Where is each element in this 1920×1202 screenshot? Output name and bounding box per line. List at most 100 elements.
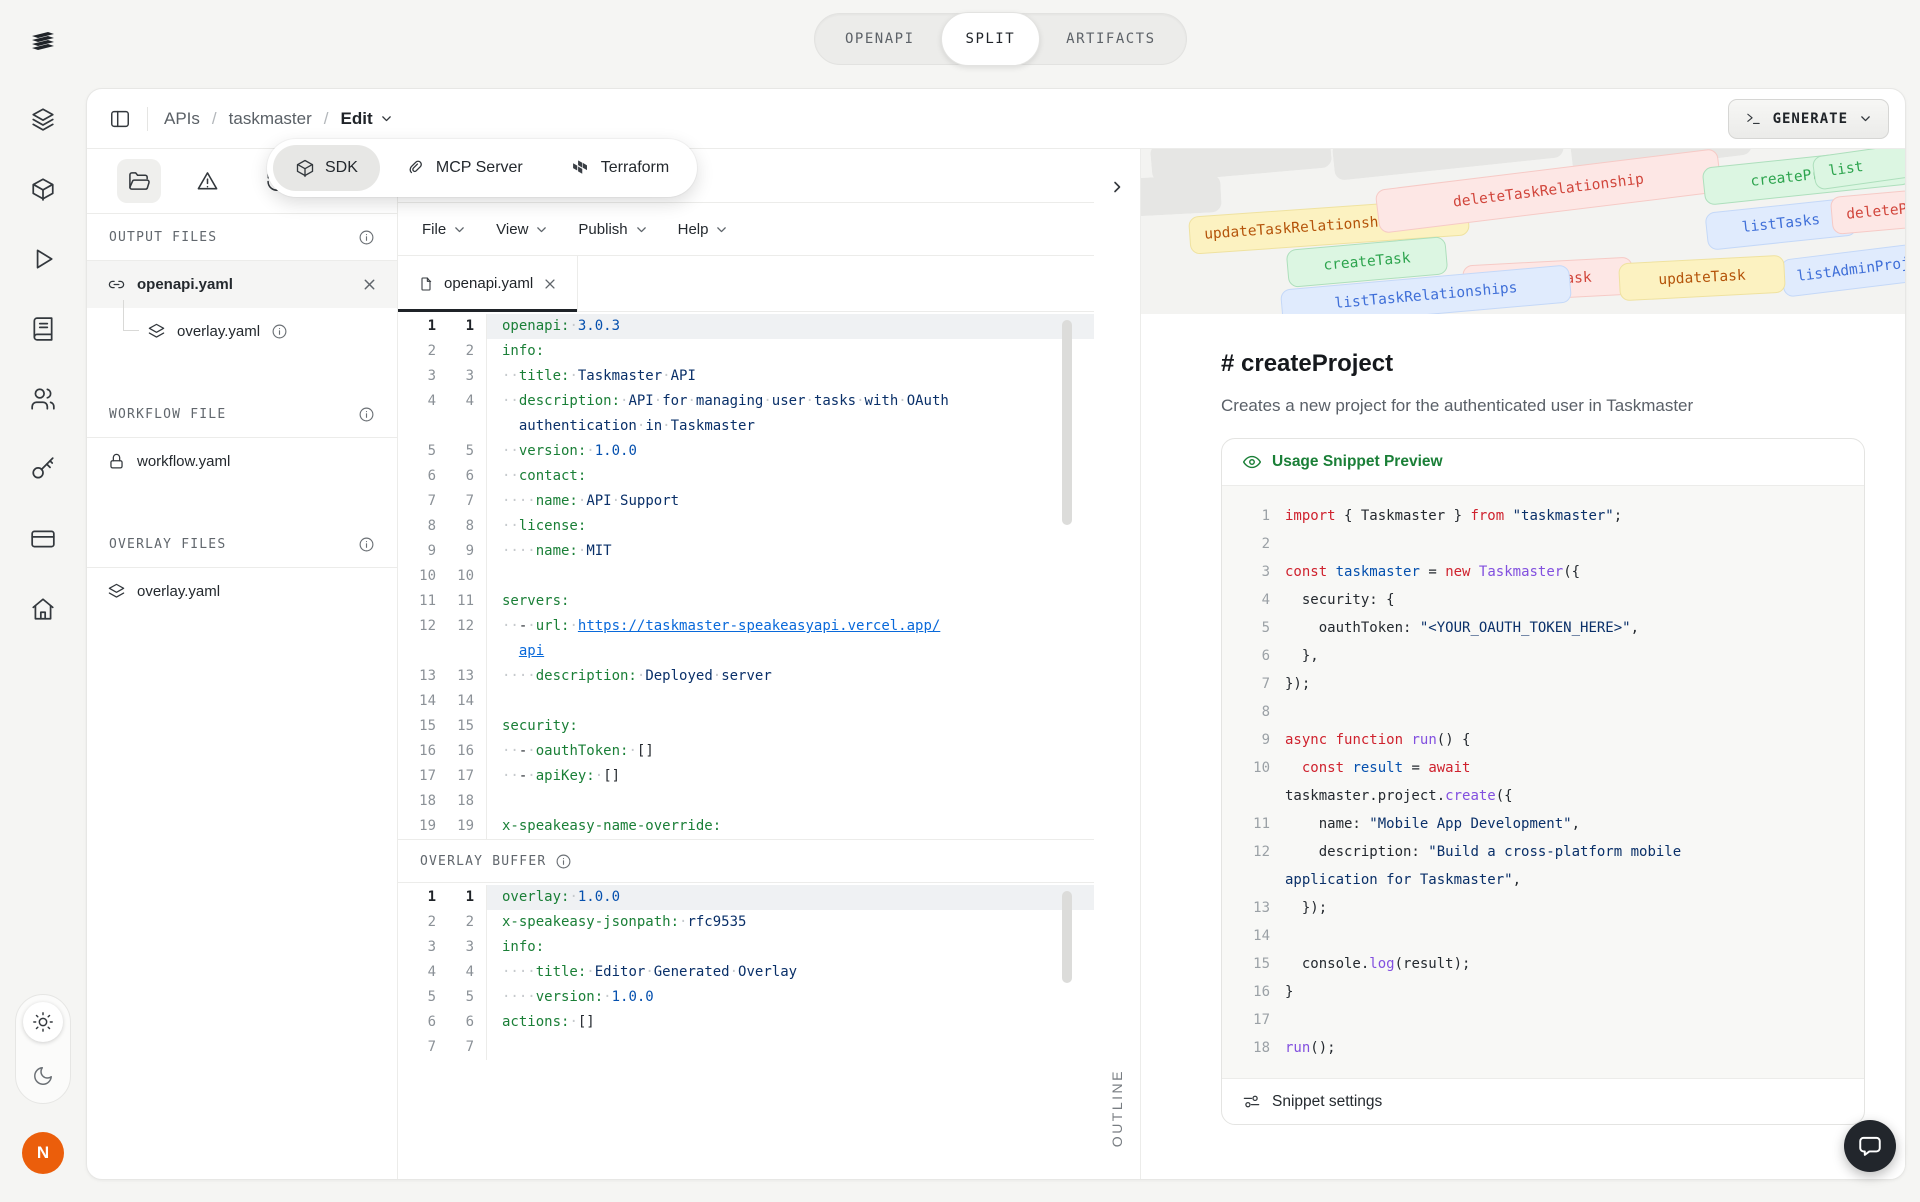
code-line[interactable]: 1import { Taskmaster } from "taskmaster"… bbox=[1240, 502, 1846, 530]
code-line[interactable]: 33··title:·Taskmaster·API bbox=[398, 364, 1094, 389]
code-line[interactable]: 6 }, bbox=[1240, 642, 1846, 670]
code-line[interactable]: 10 const result = await bbox=[1240, 754, 1846, 782]
code-line[interactable]: 1616··-·oauthToken:·[] bbox=[398, 739, 1094, 764]
code-line[interactable]: 66actions:·[] bbox=[398, 1010, 1094, 1035]
yaml-editor[interactable]: 11openapi:·3.0.322info:33··title:·Taskma… bbox=[398, 312, 1094, 839]
warnings-tab-icon[interactable] bbox=[186, 159, 230, 203]
runs-nav-item[interactable] bbox=[28, 244, 58, 274]
code-line[interactable]: 66··contact: bbox=[398, 464, 1094, 489]
code-line[interactable]: 12 description: "Build a cross-platform … bbox=[1240, 838, 1846, 866]
editor-scrollbar[interactable] bbox=[1062, 320, 1072, 525]
code-line[interactable]: application for Taskmaster", bbox=[1240, 866, 1846, 894]
code-line[interactable]: 1010 bbox=[398, 564, 1094, 589]
view-tab-split[interactable]: SPLIT bbox=[941, 12, 1041, 66]
code-line[interactable]: 33info: bbox=[398, 935, 1094, 960]
workflow-file-section: WORKFLOW FILE bbox=[87, 391, 397, 438]
file-row-overlay[interactable]: overlay.yaml bbox=[87, 568, 397, 615]
apis-nav-item[interactable] bbox=[28, 104, 58, 134]
billing-nav-item[interactable] bbox=[28, 524, 58, 554]
code-line[interactable]: 9async function run() { bbox=[1240, 726, 1846, 754]
code-line[interactable]: 11overlay:·1.0.0 bbox=[398, 885, 1094, 910]
view-tab-artifacts[interactable]: ARTIFACTS bbox=[1042, 17, 1179, 61]
code-text: const taskmaster = new Taskmaster({ bbox=[1285, 558, 1846, 586]
code-line[interactable]: 55····version:·1.0.0 bbox=[398, 985, 1094, 1010]
code-line[interactable]: 4 security: { bbox=[1240, 586, 1846, 614]
code-line[interactable]: 18run(); bbox=[1240, 1034, 1846, 1062]
info-icon[interactable] bbox=[358, 406, 375, 423]
code-line[interactable]: 11openapi:·3.0.3 bbox=[398, 314, 1094, 339]
snippet-settings-button[interactable]: Snippet settings bbox=[1222, 1078, 1864, 1124]
code-line[interactable]: 15 console.log(result); bbox=[1240, 950, 1846, 978]
snippet-code[interactable]: 1import { Taskmaster } from "taskmaster"… bbox=[1222, 486, 1864, 1078]
close-tab-icon[interactable] bbox=[543, 277, 557, 291]
file-row-workflow[interactable]: workflow.yaml bbox=[87, 438, 397, 485]
home-nav-item[interactable] bbox=[28, 594, 58, 624]
outline-label[interactable]: OUTLINE bbox=[1109, 1069, 1125, 1147]
code-line[interactable]: 1111servers: bbox=[398, 589, 1094, 614]
user-avatar[interactable]: N bbox=[22, 1132, 64, 1174]
overlay-scrollbar[interactable] bbox=[1062, 891, 1072, 983]
file-row-overlay-child[interactable]: overlay.yaml bbox=[87, 308, 397, 355]
code-line[interactable]: 99····name:·MIT bbox=[398, 539, 1094, 564]
line-number: 3 bbox=[398, 935, 436, 960]
info-icon[interactable] bbox=[358, 536, 375, 553]
code-line[interactable]: 11 name: "Mobile App Development", bbox=[1240, 810, 1846, 838]
menu-help[interactable]: Help bbox=[678, 221, 729, 238]
breadcrumb-apis[interactable]: APIs bbox=[164, 109, 200, 129]
breadcrumb-taskmaster[interactable]: taskmaster bbox=[229, 109, 312, 129]
panel-toggle-icon[interactable] bbox=[109, 108, 131, 130]
breadcrumb-edit-dropdown[interactable]: Edit bbox=[341, 109, 393, 129]
code-line[interactable]: 1717··-·apiKey:·[] bbox=[398, 764, 1094, 789]
generate-button[interactable]: GENERATE bbox=[1728, 99, 1889, 139]
overlay-buffer-editor[interactable]: 11overlay:·1.0.022x-speakeasy-jsonpath:·… bbox=[398, 883, 1094, 1179]
code-line[interactable]: 1919x-speakeasy-name-override: bbox=[398, 814, 1094, 839]
code-line[interactable]: 2 bbox=[1240, 530, 1846, 558]
code-line[interactable]: 1818 bbox=[398, 789, 1094, 814]
info-icon[interactable] bbox=[358, 229, 375, 246]
code-line[interactable]: 14 bbox=[1240, 922, 1846, 950]
target-tab-sdk[interactable]: SDK bbox=[273, 145, 380, 191]
code-line[interactable]: 8 bbox=[1240, 698, 1846, 726]
collapse-panel-icon[interactable] bbox=[1109, 179, 1125, 195]
code-line[interactable]: 1212··-·url:·https://taskmaster-speakeas… bbox=[398, 614, 1094, 639]
code-line[interactable]: 3const taskmaster = new Taskmaster({ bbox=[1240, 558, 1846, 586]
api-keys-nav-item[interactable] bbox=[28, 454, 58, 484]
code-line[interactable]: 44····title:·Editor·Generated·Overlay bbox=[398, 960, 1094, 985]
speakeasy-logo[interactable] bbox=[26, 26, 60, 60]
info-icon[interactable] bbox=[555, 853, 572, 870]
code-line[interactable]: 1313····description:·Deployed·server bbox=[398, 664, 1094, 689]
menu-publish[interactable]: Publish bbox=[578, 221, 647, 238]
info-icon[interactable] bbox=[271, 323, 288, 340]
code-line[interactable]: 88··license: bbox=[398, 514, 1094, 539]
dark-mode-button[interactable] bbox=[23, 1056, 63, 1096]
light-mode-button[interactable] bbox=[23, 1002, 63, 1042]
tab-openapi-yaml[interactable]: openapi.yaml bbox=[398, 256, 578, 311]
chat-bubble-button[interactable] bbox=[1844, 1120, 1896, 1172]
code-line[interactable]: 1414 bbox=[398, 689, 1094, 714]
code-line[interactable]: 55··version:·1.0.0 bbox=[398, 439, 1094, 464]
close-file-icon[interactable] bbox=[362, 277, 377, 292]
target-tab-terraform[interactable]: Terraform bbox=[549, 145, 691, 191]
code-line[interactable]: 22info: bbox=[398, 339, 1094, 364]
code-line[interactable]: 77····name:·API·Support bbox=[398, 489, 1094, 514]
view-tab-openapi[interactable]: OPENAPI bbox=[821, 17, 939, 61]
users-nav-item[interactable] bbox=[28, 384, 58, 414]
code-line[interactable]: 16} bbox=[1240, 978, 1846, 1006]
code-line[interactable]: 5 oauthToken: "<YOUR_OAUTH_TOKEN_HERE>", bbox=[1240, 614, 1846, 642]
menu-file[interactable]: File bbox=[422, 221, 466, 238]
code-line[interactable]: 13 }); bbox=[1240, 894, 1846, 922]
menu-view[interactable]: View bbox=[496, 221, 548, 238]
code-line[interactable]: 44··description:·API·for·managing·user·t… bbox=[398, 389, 1094, 414]
code-line[interactable]: 17 bbox=[1240, 1006, 1846, 1034]
code-line[interactable]: 77 bbox=[398, 1035, 1094, 1060]
docs-nav-item[interactable] bbox=[28, 314, 58, 344]
code-line[interactable]: authentication·in·Taskmaster bbox=[398, 414, 1094, 439]
sdks-nav-item[interactable] bbox=[28, 174, 58, 204]
code-line[interactable]: taskmaster.project.create({ bbox=[1240, 782, 1846, 810]
target-tab-mcp-server[interactable]: MCP Server bbox=[384, 145, 545, 191]
code-line[interactable]: 22x-speakeasy-jsonpath:·rfc9535 bbox=[398, 910, 1094, 935]
code-line[interactable]: 7}); bbox=[1240, 670, 1846, 698]
code-line[interactable]: api bbox=[398, 639, 1094, 664]
code-line[interactable]: 1515security: bbox=[398, 714, 1094, 739]
files-tab-icon[interactable] bbox=[117, 159, 161, 203]
